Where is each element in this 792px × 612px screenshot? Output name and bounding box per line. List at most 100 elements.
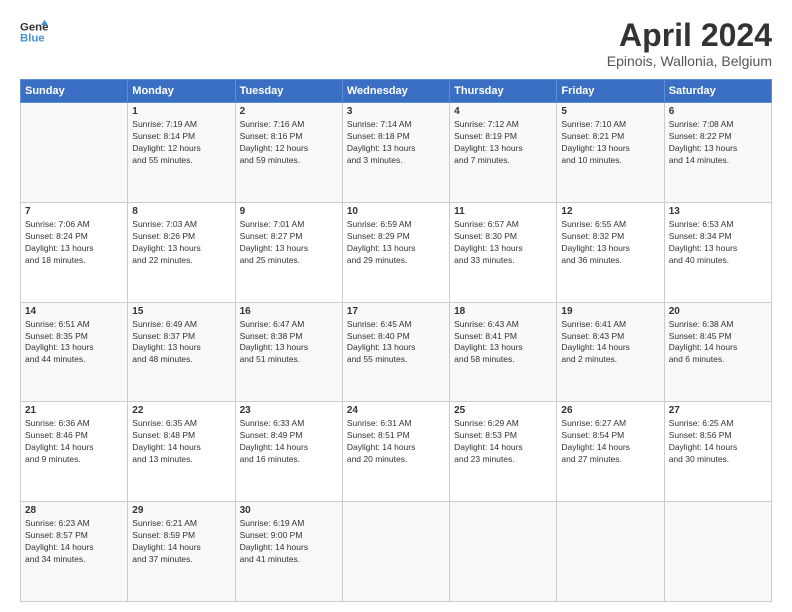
table-row: 7 Sunrise: 7:06 AM Sunset: 8:24 PM Daylig… xyxy=(21,202,128,302)
day-number: 23 xyxy=(240,405,338,416)
day-info: Sunrise: 6:19 AM Sunset: 9:00 PM Dayligh… xyxy=(240,518,338,566)
table-row: 16 Sunrise: 6:47 AM Sunset: 8:38 PM Dayli… xyxy=(235,302,342,402)
col-sunday: Sunday xyxy=(21,80,128,103)
day-number: 13 xyxy=(669,206,767,217)
day-info: Sunrise: 6:57 AM Sunset: 8:30 PM Dayligh… xyxy=(454,219,552,267)
table-row: 6 Sunrise: 7:08 AM Sunset: 8:22 PM Daylig… xyxy=(664,103,771,203)
day-info: Sunrise: 6:51 AM Sunset: 8:35 PM Dayligh… xyxy=(25,319,123,367)
week-row-3: 14 Sunrise: 6:51 AM Sunset: 8:35 PM Dayli… xyxy=(21,302,772,402)
day-info: Sunrise: 6:31 AM Sunset: 8:51 PM Dayligh… xyxy=(347,418,445,466)
table-row: 3 Sunrise: 7:14 AM Sunset: 8:18 PM Daylig… xyxy=(342,103,449,203)
day-info: Sunrise: 7:08 AM Sunset: 8:22 PM Dayligh… xyxy=(669,119,767,167)
table-row xyxy=(21,103,128,203)
day-info: Sunrise: 6:43 AM Sunset: 8:41 PM Dayligh… xyxy=(454,319,552,367)
col-thursday: Thursday xyxy=(450,80,557,103)
day-info: Sunrise: 6:45 AM Sunset: 8:40 PM Dayligh… xyxy=(347,319,445,367)
table-row: 30 Sunrise: 6:19 AM Sunset: 9:00 PM Dayli… xyxy=(235,502,342,602)
subtitle: Epinois, Wallonia, Belgium xyxy=(607,53,772,69)
day-number: 1 xyxy=(132,106,230,117)
table-row: 12 Sunrise: 6:55 AM Sunset: 8:32 PM Dayli… xyxy=(557,202,664,302)
day-info: Sunrise: 6:27 AM Sunset: 8:54 PM Dayligh… xyxy=(561,418,659,466)
table-row: 25 Sunrise: 6:29 AM Sunset: 8:53 PM Dayli… xyxy=(450,402,557,502)
logo-icon: General Blue xyxy=(20,18,48,46)
table-row: 2Sunrise: 7:16 AM Sunset: 8:16 PM Daylig… xyxy=(235,103,342,203)
table-row: 1 Sunrise: 7:19 AM Sunset: 8:14 PM Daylig… xyxy=(128,103,235,203)
header-row: Sunday Monday Tuesday Wednesday Thursday… xyxy=(21,80,772,103)
day-info: Sunrise: 6:41 AM Sunset: 8:43 PM Dayligh… xyxy=(561,319,659,367)
day-number: 24 xyxy=(347,405,445,416)
table-row: 28 Sunrise: 6:23 AM Sunset: 8:57 PM Dayli… xyxy=(21,502,128,602)
day-info: Sunrise: 7:01 AM Sunset: 8:27 PM Dayligh… xyxy=(240,219,338,267)
day-number: 6 xyxy=(669,106,767,117)
day-info: Sunrise: 6:33 AM Sunset: 8:49 PM Dayligh… xyxy=(240,418,338,466)
table-row xyxy=(450,502,557,602)
day-number: 28 xyxy=(25,505,123,516)
day-info: Sunrise: 6:25 AM Sunset: 8:56 PM Dayligh… xyxy=(669,418,767,466)
table-row xyxy=(557,502,664,602)
day-info: Sunrise: 6:47 AM Sunset: 8:38 PM Dayligh… xyxy=(240,319,338,367)
day-info: Sunrise: 6:55 AM Sunset: 8:32 PM Dayligh… xyxy=(561,219,659,267)
week-row-1: 1 Sunrise: 7:19 AM Sunset: 8:14 PM Daylig… xyxy=(21,103,772,203)
day-number: 19 xyxy=(561,306,659,317)
table-row: 10 Sunrise: 6:59 AM Sunset: 8:29 PM Dayli… xyxy=(342,202,449,302)
day-number: 7 xyxy=(25,206,123,217)
calendar-table: Sunday Monday Tuesday Wednesday Thursday… xyxy=(20,79,772,602)
table-row: 20 Sunrise: 6:38 AM Sunset: 8:45 PM Dayli… xyxy=(664,302,771,402)
day-number: 16 xyxy=(240,306,338,317)
table-row: 21Sunrise: 6:36 AM Sunset: 8:46 PM Dayli… xyxy=(21,402,128,502)
col-monday: Monday xyxy=(128,80,235,103)
svg-text:Blue: Blue xyxy=(20,33,45,45)
day-info: Sunrise: 6:38 AM Sunset: 8:45 PM Dayligh… xyxy=(669,319,767,367)
day-info: Sunrise: 6:35 AM Sunset: 8:48 PM Dayligh… xyxy=(132,418,230,466)
table-row: 14 Sunrise: 6:51 AM Sunset: 8:35 PM Dayli… xyxy=(21,302,128,402)
table-row: 26 Sunrise: 6:27 AM Sunset: 8:54 PM Dayli… xyxy=(557,402,664,502)
day-info: Sunrise: 7:14 AM Sunset: 8:18 PM Dayligh… xyxy=(347,119,445,167)
day-number: 29 xyxy=(132,505,230,516)
day-number: 25 xyxy=(454,405,552,416)
main-title: April 2024 xyxy=(607,18,772,53)
table-row: 5Sunrise: 7:10 AM Sunset: 8:21 PM Daylig… xyxy=(557,103,664,203)
day-number: 17 xyxy=(347,306,445,317)
day-info: Sunrise: 7:06 AM Sunset: 8:24 PM Dayligh… xyxy=(25,219,123,267)
table-row: 11 Sunrise: 6:57 AM Sunset: 8:30 PM Dayli… xyxy=(450,202,557,302)
day-number: 26 xyxy=(561,405,659,416)
week-row-2: 7 Sunrise: 7:06 AM Sunset: 8:24 PM Daylig… xyxy=(21,202,772,302)
col-tuesday: Tuesday xyxy=(235,80,342,103)
table-row: 22Sunrise: 6:35 AM Sunset: 8:48 PM Dayli… xyxy=(128,402,235,502)
day-info: Sunrise: 6:53 AM Sunset: 8:34 PM Dayligh… xyxy=(669,219,767,267)
day-info: Sunrise: 6:29 AM Sunset: 8:53 PM Dayligh… xyxy=(454,418,552,466)
table-row: 4Sunrise: 7:12 AM Sunset: 8:19 PM Daylig… xyxy=(450,103,557,203)
day-number: 20 xyxy=(669,306,767,317)
day-number: 12 xyxy=(561,206,659,217)
header: General Blue April 2024 Epinois, Walloni… xyxy=(20,18,772,69)
day-number: 10 xyxy=(347,206,445,217)
col-friday: Friday xyxy=(557,80,664,103)
table-row: 8Sunrise: 7:03 AM Sunset: 8:26 PM Daylig… xyxy=(128,202,235,302)
day-number: 15 xyxy=(132,306,230,317)
day-info: Sunrise: 6:23 AM Sunset: 8:57 PM Dayligh… xyxy=(25,518,123,566)
table-row: 29Sunrise: 6:21 AM Sunset: 8:59 PM Dayli… xyxy=(128,502,235,602)
table-row: 9 Sunrise: 7:01 AM Sunset: 8:27 PM Daylig… xyxy=(235,202,342,302)
table-row: 24 Sunrise: 6:31 AM Sunset: 8:51 PM Dayli… xyxy=(342,402,449,502)
day-number: 9 xyxy=(240,206,338,217)
day-number: 3 xyxy=(347,106,445,117)
day-number: 30 xyxy=(240,505,338,516)
day-info: Sunrise: 7:16 AM Sunset: 8:16 PM Dayligh… xyxy=(240,119,338,167)
table-row: 17 Sunrise: 6:45 AM Sunset: 8:40 PM Dayli… xyxy=(342,302,449,402)
week-row-4: 21Sunrise: 6:36 AM Sunset: 8:46 PM Dayli… xyxy=(21,402,772,502)
day-number: 14 xyxy=(25,306,123,317)
week-row-5: 28 Sunrise: 6:23 AM Sunset: 8:57 PM Dayli… xyxy=(21,502,772,602)
title-block: April 2024 Epinois, Wallonia, Belgium xyxy=(607,18,772,69)
col-wednesday: Wednesday xyxy=(342,80,449,103)
table-row xyxy=(342,502,449,602)
logo: General Blue xyxy=(20,18,48,46)
day-number: 5 xyxy=(561,106,659,117)
table-row: 19 Sunrise: 6:41 AM Sunset: 8:43 PM Dayli… xyxy=(557,302,664,402)
table-row xyxy=(664,502,771,602)
day-number: 18 xyxy=(454,306,552,317)
day-number: 11 xyxy=(454,206,552,217)
day-info: Sunrise: 6:59 AM Sunset: 8:29 PM Dayligh… xyxy=(347,219,445,267)
day-info: Sunrise: 7:19 AM Sunset: 8:14 PM Dayligh… xyxy=(132,119,230,167)
col-saturday: Saturday xyxy=(664,80,771,103)
day-info: Sunrise: 6:36 AM Sunset: 8:46 PM Dayligh… xyxy=(25,418,123,466)
